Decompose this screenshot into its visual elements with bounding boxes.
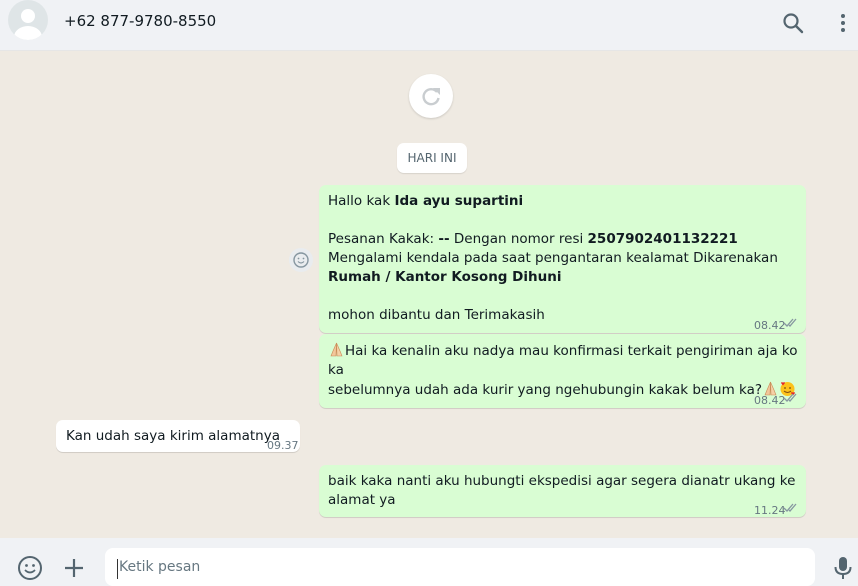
plus-icon[interactable] bbox=[63, 557, 85, 579]
pray-emoji-icon bbox=[330, 342, 343, 357]
contact-avatar[interactable] bbox=[8, 0, 48, 40]
message-text: alamat ya bbox=[328, 492, 396, 508]
message-time: 09.37 bbox=[267, 439, 299, 452]
chat-area: HARI INI Hallo kak Ida ayu supartini Pes… bbox=[0, 51, 858, 538]
message-text: Dengan nomor resi bbox=[449, 231, 588, 247]
message-text: Hallo kak Ida ayu supartini bbox=[328, 192, 523, 211]
tracking-number: 2507902401132221 bbox=[587, 231, 738, 247]
delivery-reason: Rumah / Kantor Kosong Dihuni bbox=[328, 269, 562, 285]
double-check-icon bbox=[783, 503, 797, 512]
order-dash: -- bbox=[438, 231, 450, 247]
order-label: Pesanan Kakak: bbox=[328, 231, 439, 247]
double-check-icon bbox=[783, 318, 797, 327]
refresh-icon bbox=[422, 87, 440, 106]
message-time: 08.42 bbox=[754, 319, 786, 332]
message-bubble-incoming[interactable]: Kan udah saya kirim alamatnya 09.37 bbox=[56, 420, 300, 452]
greeting-text: Hallo kak bbox=[328, 193, 395, 209]
emoji-icon[interactable] bbox=[17, 555, 43, 581]
chat-header: +62 877-9780-8550 bbox=[0, 0, 858, 51]
message-text-block: baik kaka nanti aku hubungti ekspedisi a… bbox=[328, 472, 798, 510]
avatar-body-shape bbox=[14, 26, 42, 40]
menu-dots-icon[interactable] bbox=[831, 11, 855, 35]
message-body: Pesanan Kakak: -- Dengan nomor resi 2507… bbox=[328, 230, 788, 287]
message-closing: mohon dibantu dan Terimakasih bbox=[328, 307, 545, 323]
message-time: 08.42 bbox=[754, 394, 786, 407]
day-separator: HARI INI bbox=[397, 143, 467, 173]
double-check-icon bbox=[783, 393, 797, 402]
message-input[interactable] bbox=[119, 559, 809, 575]
message-bubble-outgoing[interactable]: Hai ka kenalin aku nadya mau konfirmasi … bbox=[319, 334, 806, 408]
composer-bar bbox=[0, 538, 858, 586]
message-bubble-outgoing[interactable]: baik kaka nanti aku hubungti ekspedisi a… bbox=[319, 465, 806, 517]
message-text: Mengalami kendala pada saat pengantaran … bbox=[328, 250, 778, 266]
message-text: sebelumnya udah ada kurir yang ngehubung… bbox=[328, 382, 763, 398]
message-text: Kan udah saya kirim alamatnya bbox=[66, 428, 280, 444]
message-text: baik kaka nanti aku hubungti ekspedisi a… bbox=[328, 473, 796, 489]
message-bubble-outgoing[interactable]: Hallo kak Ida ayu supartini Pesanan Kaka… bbox=[319, 185, 806, 333]
refresh-button[interactable] bbox=[409, 74, 453, 118]
contact-name[interactable]: +62 877-9780-8550 bbox=[64, 12, 216, 30]
message-time: 11.24 bbox=[754, 504, 786, 517]
customer-name: Ida ayu supartini bbox=[394, 193, 524, 209]
search-icon[interactable] bbox=[781, 11, 805, 35]
emoji-reaction-icon[interactable] bbox=[289, 248, 313, 272]
message-text-block: Hai ka kenalin aku nadya mau konfirmasi … bbox=[328, 341, 798, 400]
message-text: Hai ka kenalin aku nadya mau konfirmasi … bbox=[328, 343, 798, 378]
avatar-head-shape bbox=[21, 9, 35, 23]
message-input-box[interactable] bbox=[105, 548, 815, 586]
text-caret bbox=[117, 559, 118, 579]
mic-icon[interactable] bbox=[833, 555, 853, 581]
